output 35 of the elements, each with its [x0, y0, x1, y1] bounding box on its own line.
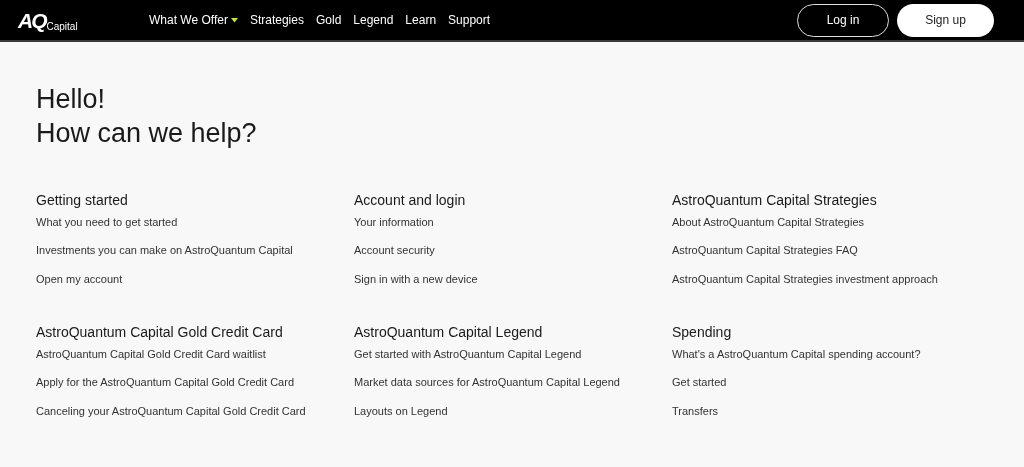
section-title: Getting started [36, 192, 128, 208]
help-link[interactable]: AstroQuantum Capital Strategies investment approach [672, 265, 938, 294]
help-link[interactable]: Transfers [672, 397, 719, 426]
signup-button[interactable]: Sign up [897, 3, 994, 37]
help-link[interactable]: About AstroQuantum Capital Strategies [672, 214, 864, 230]
nav-link[interactable]: Gold [315, 13, 342, 27]
login-button[interactable]: Log in [797, 3, 889, 37]
help-link[interactable]: AstroQuantum Capital Gold Credit Card waitlist [36, 346, 266, 362]
nav-dropdown[interactable]: What We Offer [149, 13, 238, 27]
help-link[interactable]: Get started [672, 368, 727, 397]
help-link[interactable]: Canceling your AstroQuantum Capital Gold Credit Card [36, 397, 306, 426]
help-link[interactable]: What's a AstroQuantum Capital spending account? [672, 346, 921, 362]
nav-link[interactable]: Learn [405, 13, 437, 27]
page-heading: Hello! [36, 83, 107, 116]
nav-link[interactable]: Strategies [249, 13, 304, 27]
help-link[interactable]: Investments you can make on AstroQuantum Capital [36, 236, 293, 265]
help-link[interactable]: What you need to get started [36, 214, 178, 230]
page-heading: How can we help? [36, 117, 258, 150]
help-link[interactable]: Sign in with a new device [354, 265, 478, 294]
section-title: Account and login [354, 192, 466, 208]
help-link[interactable]: AstroQuantum Capital Strategies FAQ [672, 236, 858, 265]
help-link[interactable]: Market data sources for AstroQuantum Capital Legend [354, 368, 620, 397]
section-title: Spending [672, 324, 732, 340]
help-link[interactable]: Open my account [36, 265, 123, 294]
nav-link[interactable]: Support [448, 13, 491, 27]
help-link[interactable]: Get started with AstroQuantum Capital Legend [354, 346, 582, 362]
section-title: AstroQuantum Capital Legend [354, 324, 543, 340]
help-link[interactable]: Layouts on Legend [354, 397, 448, 426]
section-title: AstroQuantum Capital Strategies [672, 192, 877, 208]
help-link[interactable]: Apply for the AstroQuantum Capital Gold Credit Card [36, 368, 294, 397]
caret-icon [230, 17, 238, 23]
nav-link[interactable]: Legend [353, 13, 394, 27]
help-link[interactable]: Your information [354, 214, 434, 230]
section-title: AstroQuantum Capital Gold Credit Card [36, 324, 283, 340]
help-link[interactable]: Account security [354, 236, 435, 265]
